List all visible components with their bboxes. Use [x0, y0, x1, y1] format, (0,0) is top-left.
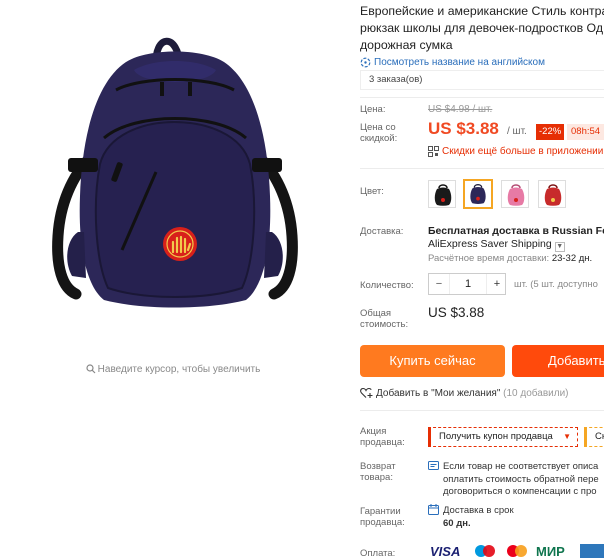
discount-badge: -22% [536, 124, 565, 140]
delivery-time-label: Расчётное время доставки: [428, 253, 550, 264]
payment-label: Оплата: [360, 548, 396, 558]
available-stock: шт. (5 шт. доступно [514, 279, 598, 290]
quantity-input[interactable]: 1 [449, 274, 487, 294]
swatch-image [507, 184, 525, 206]
color-swatch-red[interactable] [538, 180, 566, 208]
return-policy-icon [428, 461, 439, 470]
promo-label-2: продавца: [360, 437, 405, 448]
guarantee-line-2: 60 дн. [443, 517, 471, 529]
swatch-image [434, 184, 452, 206]
chevron-down-icon[interactable]: ▼ [554, 242, 565, 252]
returns-label-1: Возврат [360, 461, 396, 472]
buy-now-button[interactable]: Купить сейчас [360, 345, 505, 377]
guarantee-label-1: Гарантии [360, 506, 401, 517]
delivery-time-value: 23-32 дн. [551, 253, 593, 264]
returns-line-1: Если товар не соответствует описа [443, 461, 599, 472]
product-title: Европейские и американские Стиль контра … [360, 3, 604, 54]
mastercard-icon [507, 545, 527, 557]
app-deal-link[interactable]: Скидки ещё больше в приложении [428, 146, 603, 157]
orders-count: 3 заказа(ов) [360, 70, 604, 90]
current-price: US $3.88 [428, 119, 499, 138]
wishlist-text[interactable]: Добавить в "Мои желания" [376, 388, 500, 399]
zoom-hint-text: Наведите курсор, чтобы увеличить [97, 364, 261, 375]
title-line-1: Европейские и американские Стиль контра [360, 4, 604, 18]
product-gallery: Наведите курсор, чтобы увеличить [0, 0, 346, 558]
translate-link-text[interactable]: Посмотреть название на английском [374, 57, 545, 68]
svg-text:МИР: МИР [536, 544, 565, 558]
title-line-3: дорожная сумка [360, 38, 453, 52]
color-swatch-black[interactable] [428, 180, 456, 208]
total-label-1: Общая [360, 308, 392, 319]
svg-text:VISA: VISA [430, 544, 460, 558]
title-line-2: рюкзак школы для девочек-подростков Од [360, 21, 603, 35]
color-label: Цвет: [360, 186, 384, 197]
quantity-decrease-button[interactable]: − [429, 274, 449, 294]
product-image[interactable] [38, 26, 310, 308]
mir-icon: МИР [536, 544, 565, 558]
divider [360, 168, 604, 169]
price-unit: / шт. [507, 126, 527, 137]
color-swatch-pink[interactable] [501, 180, 529, 208]
returns-label-2: товара: [360, 472, 393, 483]
countdown-timer: 08h:54 [567, 124, 604, 140]
calendar-icon [428, 504, 439, 515]
discount-price-label-2: скидкой: [360, 133, 398, 144]
quantity-stepper: − 1 + [428, 273, 506, 295]
color-swatch-navy[interactable] [463, 179, 493, 209]
price-label: Цена: [360, 104, 386, 115]
translate-link[interactable]: Посмотреть название на английском [360, 57, 545, 68]
maestro-icon [475, 545, 495, 557]
app-deal-text[interactable]: Скидки ещё больше в приложении [442, 146, 603, 157]
discount-price-label-1: Цена со [360, 122, 396, 133]
chevron-down-icon: ▼ [563, 432, 571, 441]
returns-line-3: договориться о компенсации с про [443, 486, 597, 497]
shipping-line-1: Бесплатная доставка в Russian Fede [428, 225, 604, 237]
returns-text: Если товар не соответствует описа оплати… [428, 460, 599, 499]
swatch-image [544, 184, 562, 206]
guarantee-label-2: продавца: [360, 517, 405, 528]
seller-coupon-button[interactable]: Получить купон продавца ▼ [428, 427, 578, 447]
guarantee-text: Доставка в срок 60 дн. [428, 504, 514, 530]
quantity-increase-button[interactable]: + [487, 274, 507, 294]
returns-line-2: оплатить стоимость обратной пере [443, 473, 599, 485]
old-price: US $4.98 / шт. [428, 104, 493, 115]
amex-icon [580, 544, 604, 558]
zoom-hint: Наведите курсор, чтобы увеличить [0, 364, 346, 375]
product-panel: Европейские и американские Стиль контра … [360, 0, 604, 558]
total-price: US $3.88 [428, 305, 485, 320]
promo-label-1: Акция [360, 426, 387, 437]
swatch-image [470, 184, 486, 204]
divider [360, 410, 604, 411]
second-promo-button[interactable]: Ск [584, 427, 604, 447]
translate-icon [360, 57, 371, 68]
shipping-method-text[interactable]: AliExpress Saver Shipping [428, 238, 552, 250]
delivery-time: Расчётное время доставки: 23-32 дн. [428, 253, 592, 264]
guarantee-line-1: Доставка в срок [443, 505, 514, 516]
wishlist-link[interactable]: Добавить в "Мои желания" (10 добавили) [360, 387, 569, 399]
visa-icon: VISA [430, 544, 460, 558]
quantity-label: Количество: [360, 280, 414, 291]
shipping-label: Доставка: [360, 226, 404, 237]
total-label-2: стоимость: [360, 319, 409, 330]
shipping-method[interactable]: AliExpress Saver Shipping ▼ [428, 238, 565, 252]
coupon-text[interactable]: Получить купон продавца [439, 431, 553, 442]
heart-plus-icon [360, 387, 373, 398]
wishlist-count: (10 добавили) [503, 388, 569, 399]
divider [360, 97, 604, 98]
magnifier-icon [86, 364, 96, 374]
qr-code-icon [428, 146, 439, 157]
add-to-cart-button[interactable]: Добавить в [512, 345, 604, 377]
